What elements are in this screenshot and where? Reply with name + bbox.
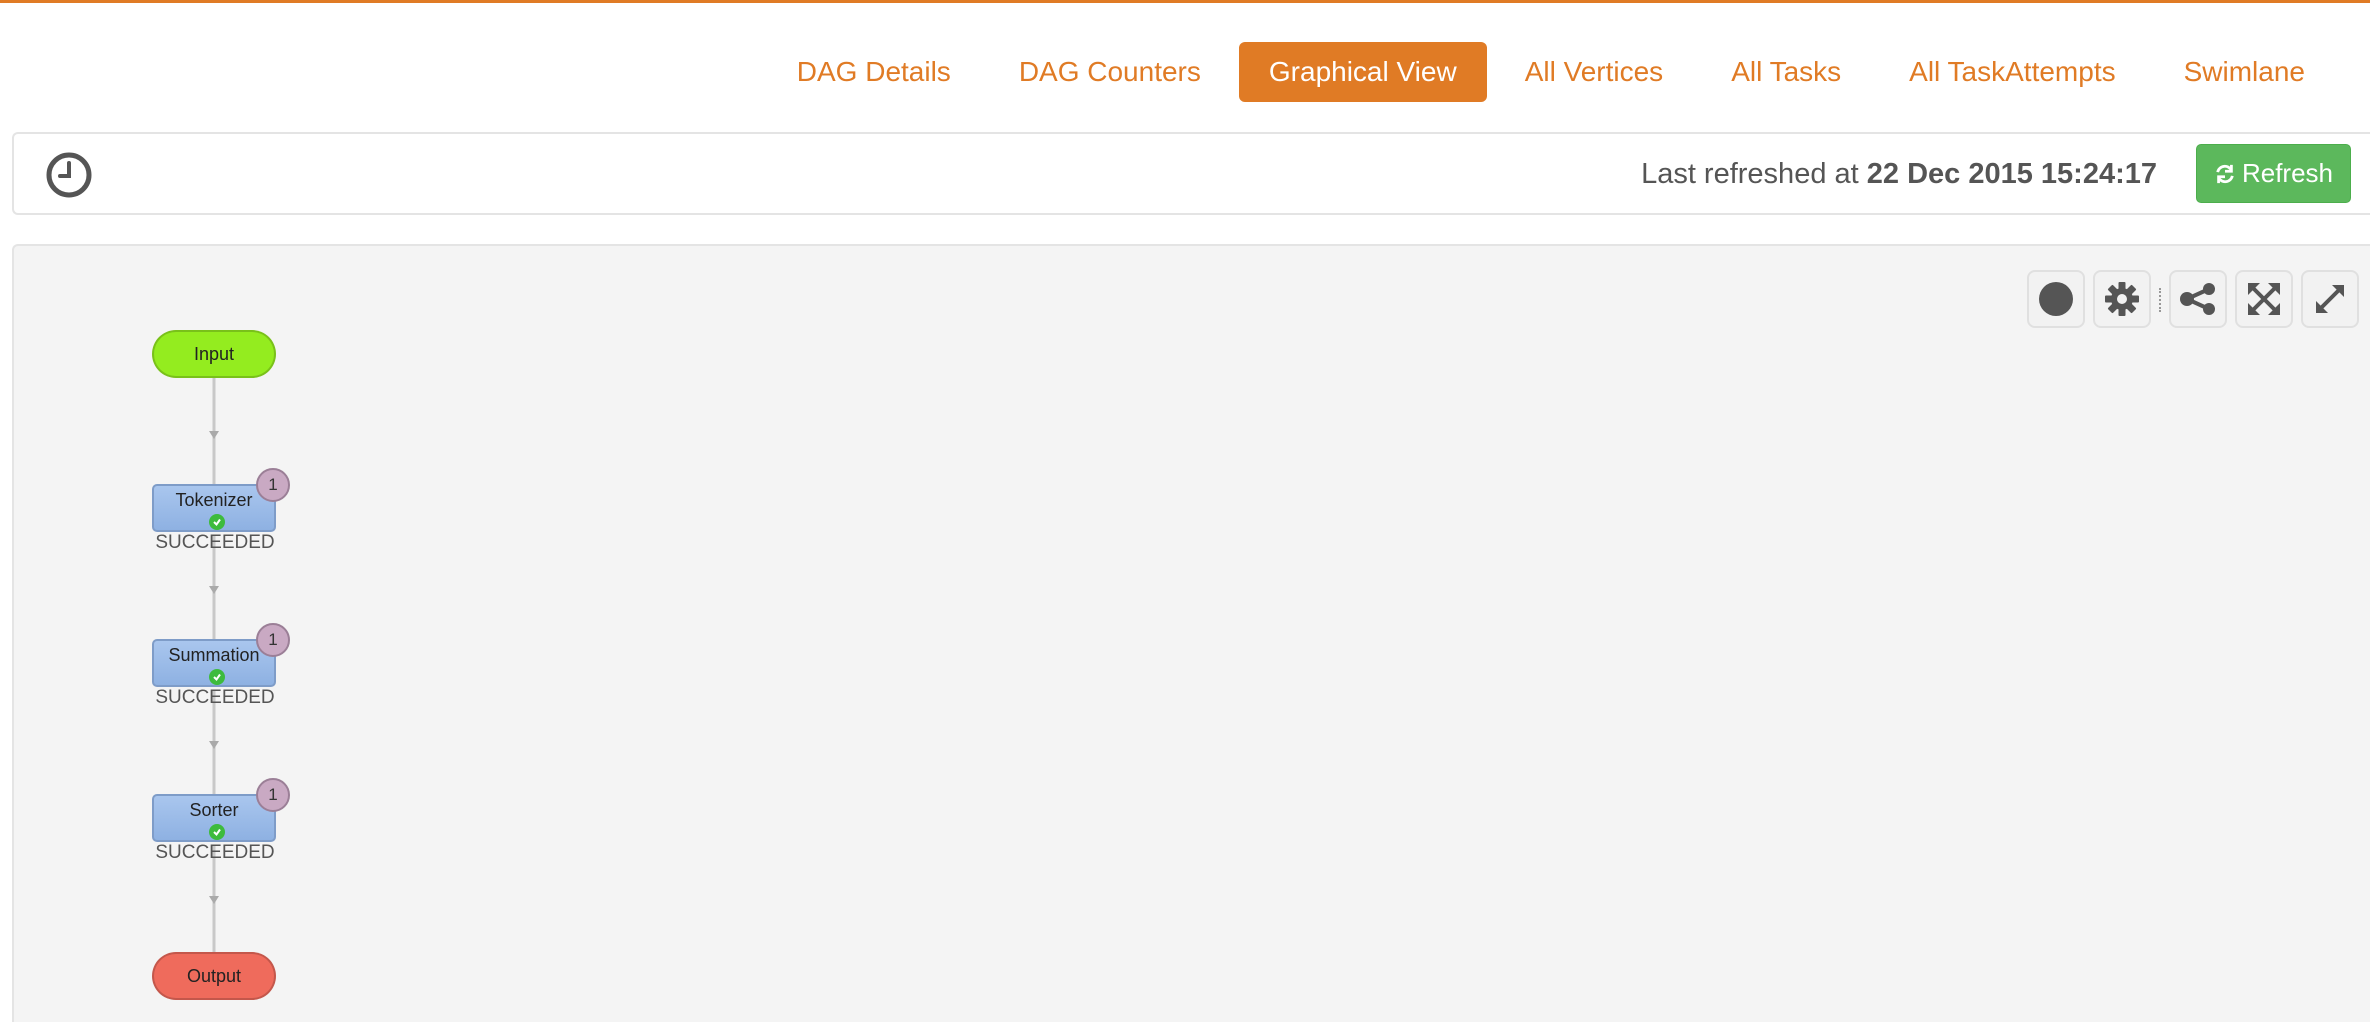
tab-all-taskattempts[interactable]: All TaskAttempts	[1879, 42, 2145, 102]
tab-all-tasks[interactable]: All Tasks	[1701, 42, 1871, 102]
success-check-icon	[209, 824, 225, 840]
input-node-label: Input	[193, 343, 235, 364]
refresh-button[interactable]: Refresh	[2196, 144, 2351, 203]
edge-arrow	[209, 741, 219, 749]
input-node[interactable]: Input	[152, 330, 276, 378]
task-count: 1	[268, 630, 278, 649]
fit-icon	[2248, 283, 2280, 315]
vertex-status: SUCCEEDED	[155, 532, 275, 553]
success-check-icon	[209, 669, 225, 685]
last-refreshed-label: Last refreshed at	[1641, 158, 1859, 190]
vertex-name: Sorter	[189, 800, 239, 820]
vertex-status: SUCCEEDED	[155, 687, 275, 708]
tab-dag-counters[interactable]: DAG Counters	[989, 42, 1231, 102]
tab-all-vertices[interactable]: All Vertices	[1495, 42, 1694, 102]
task-count-badge[interactable]: 1	[256, 468, 290, 502]
vertex-status: SUCCEEDED	[155, 842, 275, 863]
edge-arrow	[209, 586, 219, 594]
dag-graph-canvas[interactable]: Input Tokenizer 1 SUCCEEDED Summation 1 …	[12, 244, 2370, 1022]
output-node[interactable]: Output	[152, 952, 276, 1000]
toolbar-separator	[2159, 288, 2161, 312]
refresh-icon	[2216, 164, 2234, 183]
task-count: 1	[268, 785, 278, 804]
gear-icon	[2105, 282, 2139, 316]
fit-graph-button[interactable]	[2235, 270, 2293, 328]
toggle-counts-button[interactable]	[2027, 270, 2085, 328]
fullscreen-icon	[2316, 285, 2344, 313]
task-count-badge[interactable]: 1	[256, 778, 290, 812]
refresh-button-label: Refresh	[2241, 158, 2334, 188]
share-icon	[2180, 283, 2215, 315]
task-count: 1	[268, 475, 278, 494]
edge-arrow	[209, 431, 219, 439]
clock-icon	[46, 152, 92, 198]
output-node-label: Output	[186, 965, 242, 986]
tab-graphical-view[interactable]: Graphical View	[1238, 42, 1487, 102]
vertex-name: Summation	[168, 645, 260, 665]
circle-icon	[2039, 282, 2073, 316]
last-refreshed-text: Last refreshed at 22 Dec 2015 15:24:17	[1641, 158, 2157, 191]
top-accent-border	[0, 0, 2370, 3]
tab-swimlane[interactable]: Swimlane	[2154, 42, 2335, 102]
refresh-bar: Last refreshed at 22 Dec 2015 15:24:17 R…	[12, 132, 2370, 215]
vertex-name: Tokenizer	[175, 490, 253, 510]
orientation-button[interactable]	[2169, 270, 2227, 328]
success-check-icon	[209, 514, 225, 530]
fullscreen-button[interactable]	[2301, 270, 2359, 328]
settings-button[interactable]	[2093, 270, 2151, 328]
tab-bar: DAG Details DAG Counters Graphical View …	[767, 42, 2335, 102]
last-refreshed-timestamp: 22 Dec 2015 15:24:17	[1866, 158, 2157, 190]
edge-arrow	[209, 896, 219, 904]
task-count-badge[interactable]: 1	[256, 623, 290, 657]
tab-dag-details[interactable]: DAG Details	[767, 42, 981, 102]
